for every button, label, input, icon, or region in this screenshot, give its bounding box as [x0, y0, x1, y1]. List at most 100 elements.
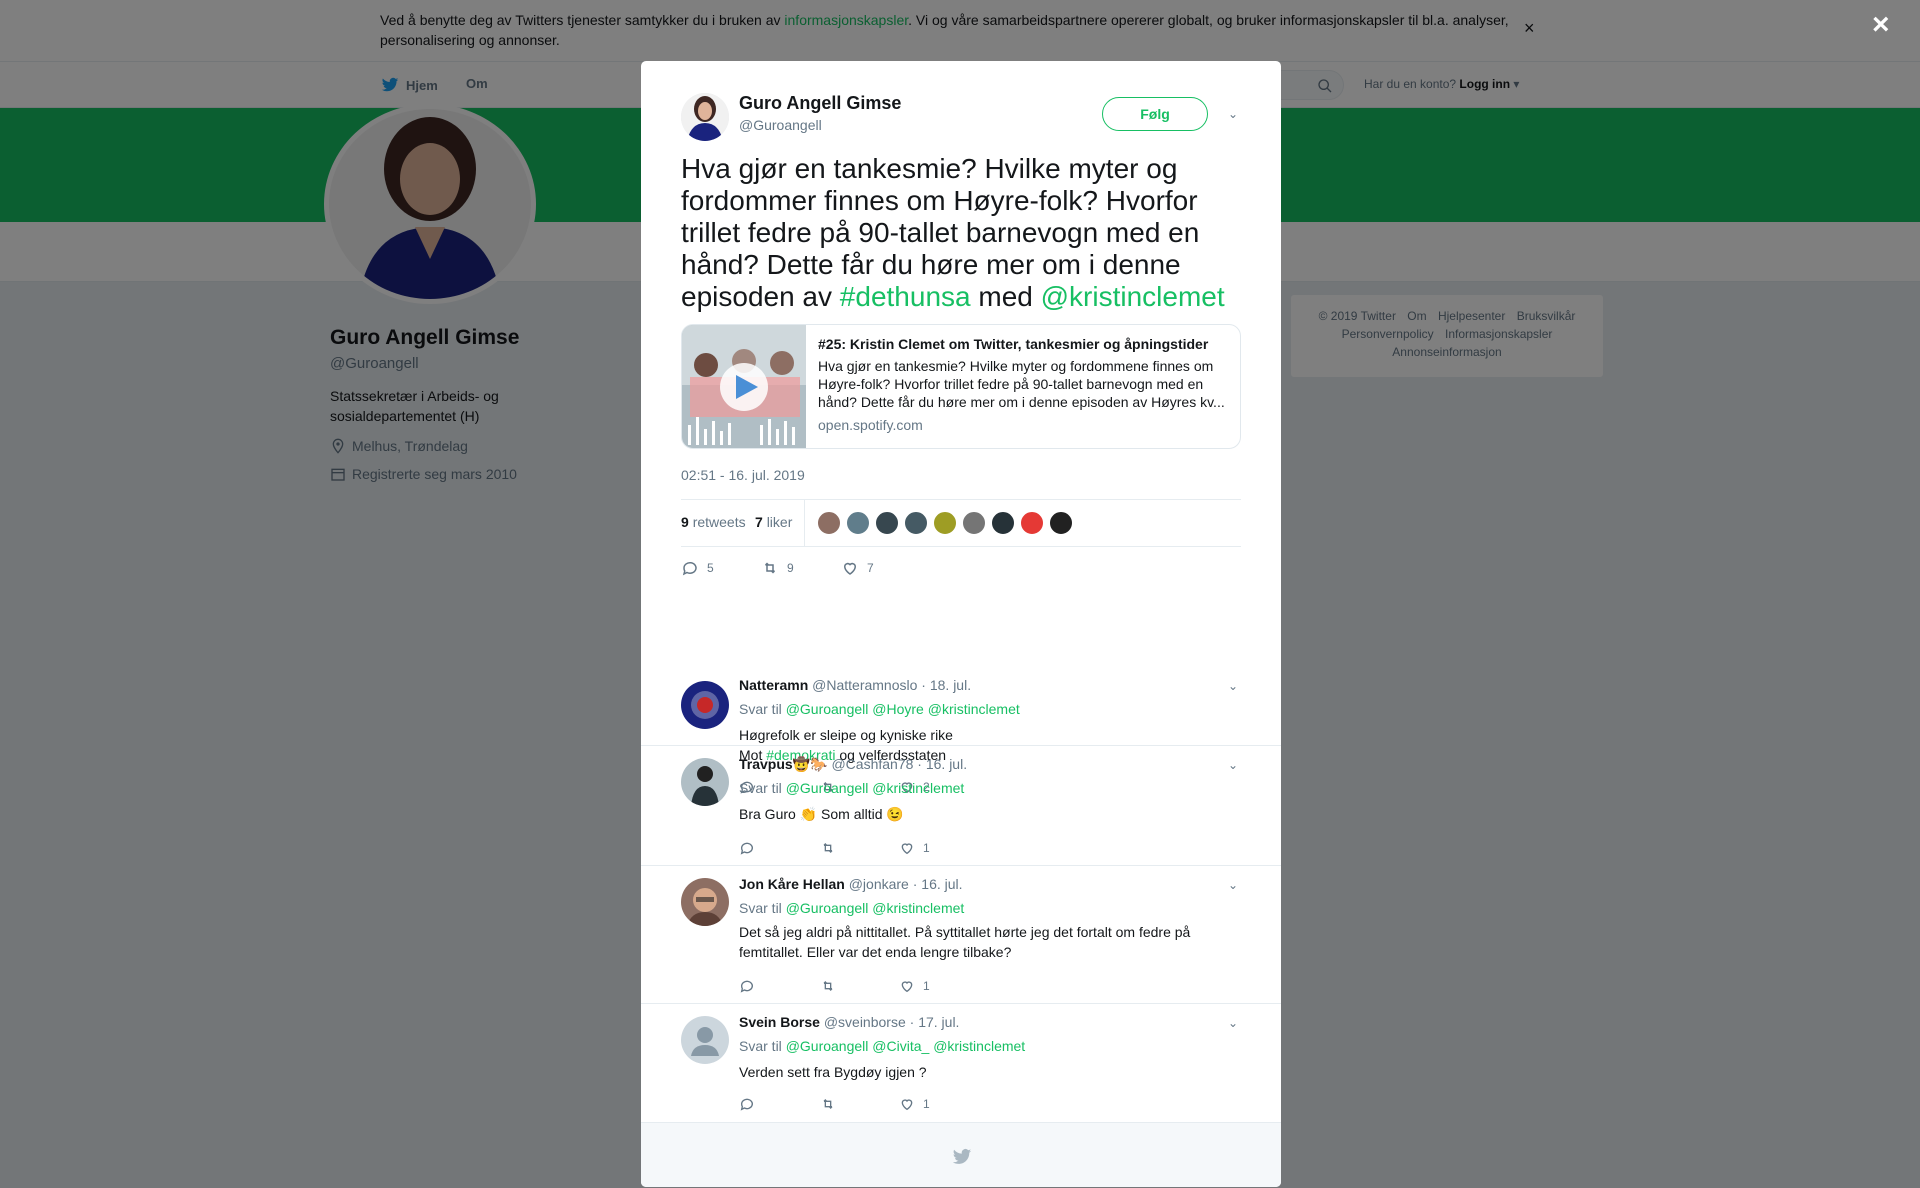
mention-link[interactable]: @kristinclemet: [928, 701, 1020, 717]
reply-header: Natteramn @Natteramnoslo · 18. jul.: [739, 677, 971, 693]
close-icon[interactable]: ×: [1872, 10, 1890, 40]
likes-stat[interactable]: 7 liker: [755, 514, 792, 530]
mention-link[interactable]: @Guroangell: [786, 900, 869, 916]
retweet-icon: [823, 981, 833, 991]
heart-icon: [901, 1099, 913, 1111]
reply-date[interactable]: · 18. jul.: [921, 677, 971, 693]
tweet-author-avatar[interactable]: [681, 93, 729, 141]
reply-header: Travpus🤠🐎 @Cashfan78 · 16. jul.: [739, 756, 967, 773]
retweet-button[interactable]: [819, 1096, 899, 1112]
retweet-button[interactable]: [819, 840, 899, 856]
mention-link[interactable]: @Guroangell: [786, 701, 869, 717]
heart-icon: [901, 981, 913, 993]
reply-text: Det så jeg aldri på nittitallet. På sytt…: [739, 924, 1191, 960]
liker-avatar[interactable]: [817, 511, 841, 535]
mention-link[interactable]: @Civita_: [872, 1038, 929, 1054]
cowboy-emoji-icon: 🤠🐎: [792, 756, 828, 772]
reply-item[interactable]: Svein Borse @sveinborse · 17. jul. ⌄ Sva…: [641, 1003, 1281, 1122]
reply-date[interactable]: · 17. jul.: [910, 1014, 960, 1030]
liker-avatar[interactable]: [875, 511, 899, 535]
liker-avatar[interactable]: [1049, 511, 1073, 535]
tweet-text: Hva gjør en tankesmie? Hvilke myter og f…: [681, 153, 1225, 312]
mention-link[interactable]: @Hoyre: [872, 701, 924, 717]
mention-link[interactable]: @kristinclemet: [872, 780, 964, 796]
retweets-stat[interactable]: 9 retweets: [681, 514, 746, 530]
reply-icon: [740, 842, 753, 855]
chevron-down-icon[interactable]: ⌄: [1228, 679, 1238, 693]
chevron-down-icon[interactable]: ⌄: [1228, 878, 1238, 892]
reply-author-handle[interactable]: @Cashfan78: [831, 756, 913, 772]
reply-author-handle[interactable]: @Natteramnoslo: [812, 677, 917, 693]
reply-avatar[interactable]: [681, 758, 729, 806]
reply-header: Jon Kåre Hellan @jonkare · 16. jul.: [739, 876, 963, 892]
tweet-author-name[interactable]: Guro Angell Gimse: [739, 93, 901, 114]
retweet-button[interactable]: 9: [761, 559, 841, 577]
reply-avatar[interactable]: [681, 681, 729, 729]
clap-emoji-icon: 👏: [799, 806, 818, 822]
reply-avatar[interactable]: [681, 878, 729, 926]
liker-avatar[interactable]: [846, 511, 870, 535]
liker-avatar[interactable]: [991, 511, 1015, 535]
chevron-down-icon[interactable]: ⌄: [1228, 107, 1238, 121]
retweet-icon: [764, 562, 776, 574]
stats-divider: [804, 500, 805, 546]
tweet-stats: 9 retweets 7 liker: [681, 499, 1241, 547]
liker-avatars: [817, 511, 1073, 535]
wink-emoji-icon: 😉: [886, 806, 904, 822]
reply-button[interactable]: [739, 1096, 819, 1112]
reply-item[interactable]: Travpus🤠🐎 @Cashfan78 · 16. jul. ⌄ Svar t…: [641, 745, 1281, 865]
mention-link[interactable]: @Guroangell: [786, 1038, 869, 1054]
card-thumbnail: [682, 325, 806, 448]
reply-to: Svar til @Guroangell @Civita_ @kristincl…: [739, 1038, 1026, 1054]
reply-avatar[interactable]: [681, 1016, 729, 1064]
reply-item[interactable]: Jon Kåre Hellan @jonkare · 16. jul. ⌄ Sv…: [641, 865, 1281, 1003]
liker-avatar[interactable]: [933, 511, 957, 535]
reply-date[interactable]: · 16. jul.: [913, 876, 963, 892]
reply-date[interactable]: · 16. jul.: [917, 756, 967, 772]
reply-icon: [740, 1098, 753, 1111]
retweet-button[interactable]: [819, 978, 899, 994]
reply-author-name[interactable]: Travpus: [739, 756, 793, 772]
reply-author-name[interactable]: Svein Borse: [739, 1014, 820, 1030]
mention-link[interactable]: @kristinclemet: [933, 1038, 1025, 1054]
reply-author-handle[interactable]: @jonkare: [849, 876, 909, 892]
mention-link[interactable]: @kristinclemet: [872, 900, 964, 916]
reply-author-name[interactable]: Natteramn: [739, 677, 808, 693]
follow-button[interactable]: Følg: [1102, 97, 1208, 131]
reply-author-handle[interactable]: @sveinborse: [824, 1014, 906, 1030]
like-button[interactable]: 1: [899, 840, 930, 856]
tweet-timestamp[interactable]: 02:51 - 16. jul. 2019: [681, 467, 805, 483]
card-url: open.spotify.com: [818, 417, 923, 433]
reply-icon: [740, 980, 753, 993]
reply-text: Bra Guro 👏 Som alltid 😉: [739, 806, 904, 822]
reply-button[interactable]: [739, 840, 819, 856]
card-title: #25: Kristin Clemet om Twitter, tankesmi…: [818, 336, 1209, 352]
liker-avatar[interactable]: [962, 511, 986, 535]
like-button[interactable]: 1: [899, 978, 930, 994]
heart-icon: [901, 843, 913, 855]
reply-button[interactable]: [739, 978, 819, 994]
like-button[interactable]: 7: [841, 559, 874, 577]
mention-link[interactable]: @kristinclemet: [1041, 281, 1225, 312]
retweet-icon: [823, 1099, 833, 1109]
card-body: #25: Kristin Clemet om Twitter, tankesmi…: [818, 335, 1228, 433]
liker-avatar[interactable]: [904, 511, 928, 535]
reply-actions: 1: [739, 1096, 930, 1112]
reply-actions: 1: [739, 978, 930, 994]
reply-header: Svein Borse @sveinborse · 17. jul.: [739, 1014, 959, 1030]
chevron-down-icon[interactable]: ⌄: [1228, 1016, 1238, 1030]
reply-button[interactable]: 5: [681, 559, 761, 577]
retweet-icon: [823, 843, 833, 853]
liker-avatar[interactable]: [1020, 511, 1044, 535]
like-button[interactable]: 1: [899, 1096, 930, 1112]
mention-link[interactable]: @Guroangell: [786, 780, 869, 796]
reply-to: Svar til @Guroangell @kristinclemet: [739, 900, 965, 916]
reply-author-name[interactable]: Jon Kåre Hellan: [739, 876, 845, 892]
tweet-actions: 5 9 7: [681, 559, 874, 577]
tweet-author-handle[interactable]: @Guroangell: [739, 117, 822, 133]
twitter-bird-icon: [952, 1149, 972, 1164]
reply-actions: 1: [739, 840, 930, 856]
hashtag-link[interactable]: #dethunsa: [840, 281, 971, 312]
chevron-down-icon[interactable]: ⌄: [1228, 758, 1238, 772]
link-card[interactable]: #25: Kristin Clemet om Twitter, tankesmi…: [681, 324, 1241, 449]
